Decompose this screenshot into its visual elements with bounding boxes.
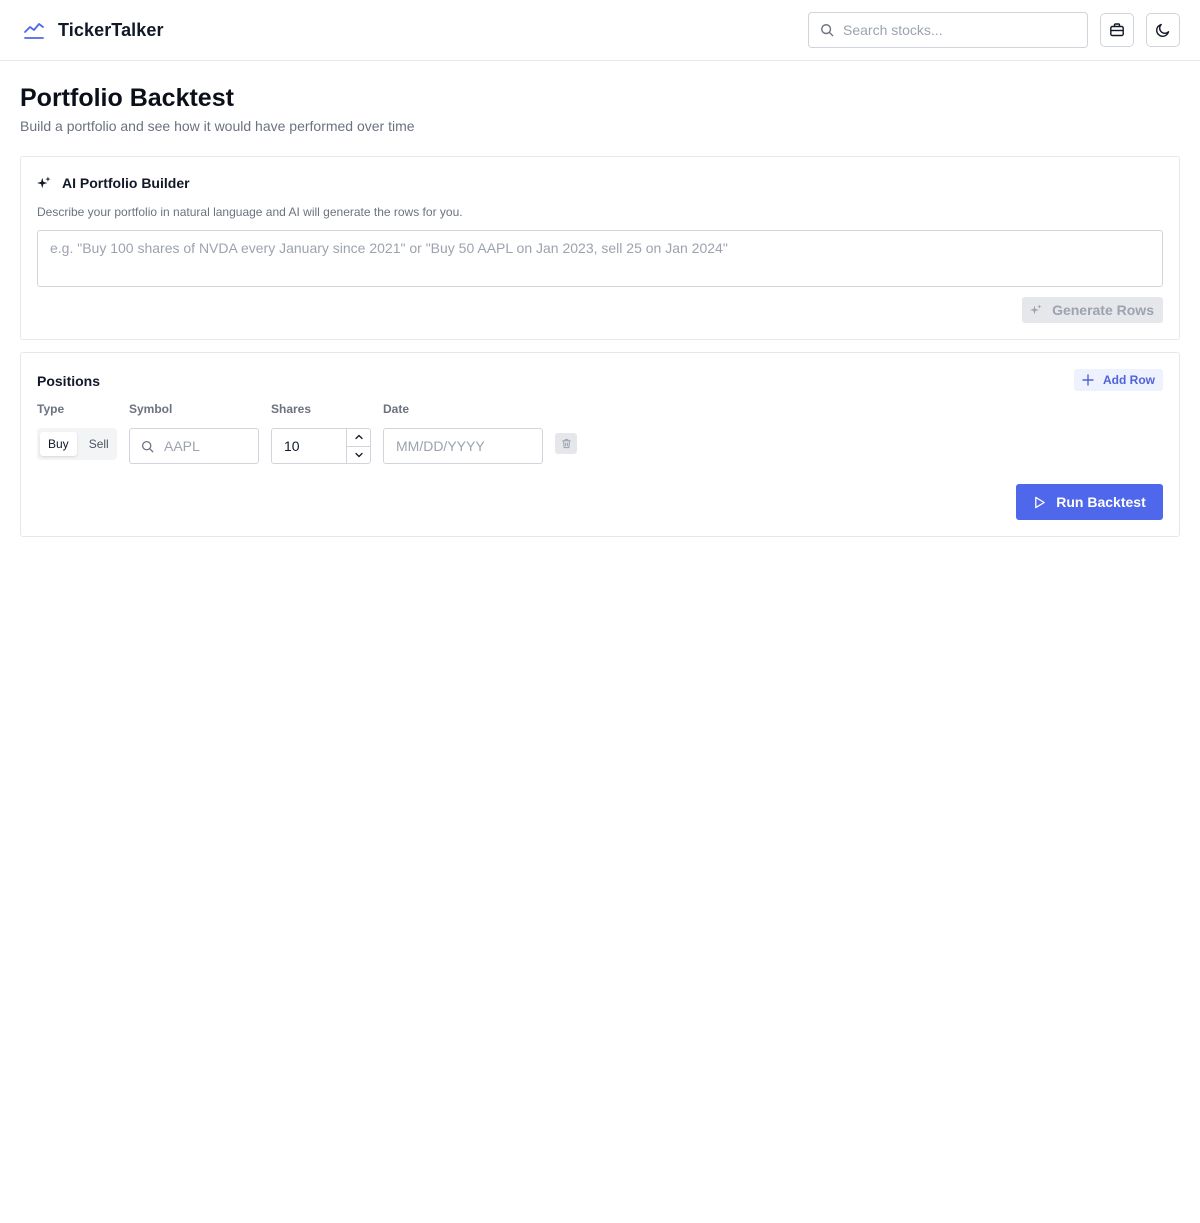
play-icon xyxy=(1035,496,1046,508)
brand[interactable]: TickerTalker xyxy=(22,18,164,42)
shares-stepper[interactable] xyxy=(271,428,371,464)
positions-card: Positions Add Row Type Symbol Shares Dat… xyxy=(20,352,1180,537)
positions-title: Positions xyxy=(37,373,101,389)
moon-icon xyxy=(1155,23,1170,38)
page-subtitle: Build a portfolio and see how it would h… xyxy=(20,118,415,134)
briefcase-icon xyxy=(1110,23,1124,37)
type-toggle: Buy Sell xyxy=(37,428,117,460)
shares-stepper-controls xyxy=(346,429,370,463)
theme-toggle-button[interactable] xyxy=(1146,13,1180,47)
ai-builder-description: Describe your portfolio in natural langu… xyxy=(37,205,463,219)
plus-icon xyxy=(1082,374,1094,386)
stock-search[interactable] xyxy=(808,12,1088,48)
date-input[interactable] xyxy=(384,429,542,463)
run-backtest-button[interactable]: Run Backtest xyxy=(1016,484,1163,520)
trash-icon xyxy=(561,439,571,449)
ai-prompt-input[interactable] xyxy=(37,230,1163,287)
column-header-shares: Shares xyxy=(271,402,312,416)
search-input[interactable] xyxy=(809,13,1087,47)
trending-line-icon xyxy=(24,23,44,39)
shares-input[interactable] xyxy=(272,429,348,463)
generate-rows-button[interactable]: Generate Rows xyxy=(1022,297,1163,323)
sparkles-icon xyxy=(1030,304,1042,315)
search-icon xyxy=(141,440,154,453)
delete-row-button[interactable] xyxy=(555,433,577,454)
column-header-type: Type xyxy=(37,402,65,416)
chevron-up-icon xyxy=(354,435,363,440)
type-buy-option[interactable]: Buy xyxy=(40,432,77,456)
page-title: Portfolio Backtest xyxy=(20,84,234,112)
shares-increment-button[interactable] xyxy=(347,429,370,446)
run-backtest-label: Run Backtest xyxy=(1056,494,1146,510)
top-bar: TickerTalker xyxy=(0,0,1200,61)
chevron-down-icon xyxy=(354,452,363,457)
ai-portfolio-builder-card: AI Portfolio Builder Describe your portf… xyxy=(20,156,1180,340)
type-sell-option[interactable]: Sell xyxy=(81,432,117,456)
add-row-label: Add Row xyxy=(1103,373,1155,387)
ai-builder-header: AI Portfolio Builder xyxy=(37,175,190,191)
ai-builder-title: AI Portfolio Builder xyxy=(62,175,190,191)
add-row-button[interactable]: Add Row xyxy=(1074,369,1163,391)
generate-rows-label: Generate Rows xyxy=(1052,302,1154,318)
search-icon xyxy=(821,24,834,37)
symbol-field[interactable] xyxy=(129,428,259,464)
sparkles-icon xyxy=(37,176,51,189)
date-field[interactable] xyxy=(383,428,543,464)
app-name: TickerTalker xyxy=(58,19,164,40)
column-header-date: Date xyxy=(383,402,410,416)
shares-decrement-button[interactable] xyxy=(347,445,370,464)
column-header-symbol: Symbol xyxy=(129,402,173,416)
portfolio-button[interactable] xyxy=(1100,13,1134,47)
